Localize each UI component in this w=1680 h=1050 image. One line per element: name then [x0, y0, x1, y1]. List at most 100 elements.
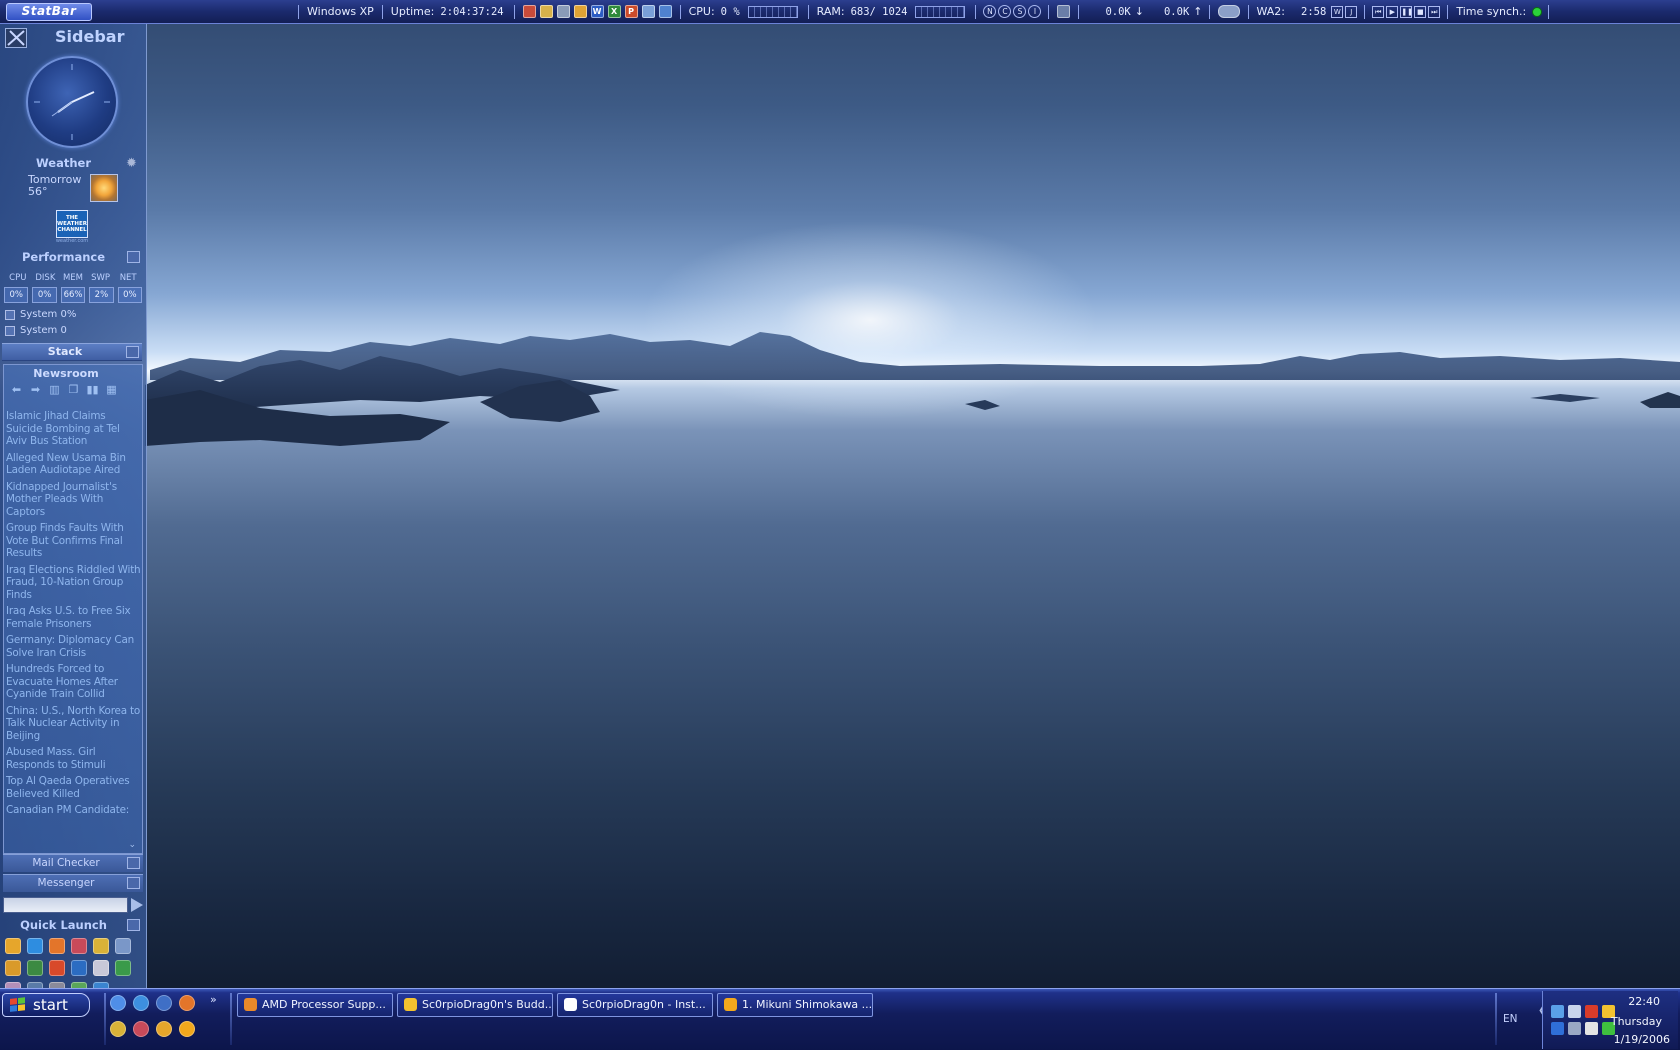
stack-panel[interactable]: Stack — [2, 343, 142, 361]
taskbar-quick-launch — [110, 995, 220, 1037]
news-item[interactable]: Hundreds Forced to Evacuate Homes After … — [6, 663, 142, 701]
stack-tile-icon[interactable] — [126, 346, 139, 358]
task-label: 1. Mikuni Shimokawa ... — [742, 998, 873, 1011]
winamp-icon[interactable] — [93, 938, 109, 954]
pause-icon[interactable]: ❚❚ — [1400, 5, 1413, 18]
start-button[interactable]: start — [2, 993, 90, 1017]
previous-track-icon[interactable]: ⏮ — [1372, 5, 1385, 18]
show-desktop-icon[interactable] — [110, 995, 126, 1011]
task-button-buddy-list[interactable]: Sc0rpioDrag0n's Budd... — [397, 993, 553, 1017]
start-label: start — [33, 996, 68, 1014]
mail-icon[interactable] — [127, 857, 140, 869]
scroll-down-chevron-icon[interactable]: ⌄ — [128, 840, 136, 850]
performance-graph-icon[interactable] — [127, 251, 140, 263]
task-button-amd[interactable]: AMD Processor Supp... — [237, 993, 393, 1017]
system-disk-icon — [5, 325, 15, 336]
task-button-winamp[interactable]: 1. Mikuni Shimokawa ... — [717, 993, 873, 1017]
document-icon[interactable] — [641, 5, 655, 18]
weather-channel-url[interactable]: weather.com — [52, 238, 92, 244]
perf-value-net: 0% — [117, 287, 143, 303]
tray-cable-icon[interactable] — [1568, 1005, 1581, 1018]
messenger-buddy-icon[interactable] — [127, 877, 140, 889]
info-icon[interactable] — [115, 960, 131, 976]
news-item[interactable]: Kidnapped Journalist's Mother Pleads Wit… — [6, 481, 142, 519]
stop-icon[interactable]: ■ — [1414, 5, 1427, 18]
taskbar-clock-time[interactable]: 22:40 — [1628, 995, 1660, 1008]
excel-icon[interactable]: X — [607, 5, 621, 18]
settings-icon[interactable]: ▦ — [105, 384, 118, 396]
quick-launch-options-icon[interactable] — [127, 919, 140, 931]
forward-arrow-icon[interactable]: ➡ — [29, 384, 42, 396]
app-launcher-icon[interactable] — [522, 5, 536, 18]
quick-launch-more-chevron-icon[interactable]: » — [210, 993, 217, 1006]
news-item[interactable]: Germany: Diplomacy Can Solve Iran Crisis — [6, 634, 142, 659]
analog-clock[interactable] — [26, 56, 118, 148]
news-item[interactable]: Iraq Asks U.S. to Free Six Female Prison… — [6, 605, 142, 630]
messenger-app-icon[interactable] — [133, 1021, 149, 1037]
system-row-2-label: System 0 — [20, 325, 67, 336]
word-icon[interactable]: W — [590, 5, 604, 18]
realplayer-icon[interactable] — [49, 960, 65, 976]
tray-zonealarm-icon[interactable] — [1585, 1005, 1598, 1018]
news-item[interactable]: Islamic Jihad Claims Suicide Bombing at … — [6, 410, 142, 448]
statbar-separator — [1048, 4, 1050, 19]
internet-explorer-icon[interactable] — [27, 938, 43, 954]
winamp-lightning-icon[interactable] — [179, 1021, 195, 1037]
firefox-icon[interactable] — [179, 995, 195, 1011]
winamp-j-button[interactable]: J — [1345, 5, 1358, 18]
utility-icon[interactable] — [93, 960, 109, 976]
aim-running-man-icon[interactable] — [5, 938, 21, 954]
weather-settings-gear-icon[interactable]: ✹ — [126, 156, 137, 171]
statbar-separator — [1548, 4, 1550, 19]
aim-running-man-icon[interactable] — [156, 1021, 172, 1037]
hand-icon[interactable] — [539, 5, 553, 18]
weather-temp: 56° — [28, 185, 48, 198]
book-icon[interactable] — [658, 5, 672, 18]
statbar-logo[interactable]: StatBar — [6, 2, 92, 21]
next-track-icon[interactable]: ⏭ — [1428, 5, 1441, 18]
os-label: Windows XP — [307, 5, 374, 18]
media-center-icon[interactable] — [71, 960, 87, 976]
sidebar-logo-icon[interactable] — [5, 28, 27, 48]
media-player-icon[interactable] — [156, 995, 172, 1011]
tray-bluetooth-icon[interactable] — [1551, 1022, 1564, 1035]
news-item[interactable]: Abused Mass. Girl Responds to Stimuli — [6, 746, 142, 771]
tray-network-icon[interactable] — [1568, 1022, 1581, 1035]
powerpoint-icon[interactable]: P — [624, 5, 638, 18]
news-item[interactable]: Iraq Elections Riddled With Fraud, 10-Na… — [6, 564, 142, 602]
notepad-icon[interactable] — [556, 5, 570, 18]
search-go-arrow-icon[interactable] — [131, 898, 143, 912]
network-icon[interactable] — [1057, 5, 1071, 18]
news-item[interactable]: Group Finds Faults With Vote But Confirm… — [6, 522, 142, 560]
media-player-icon[interactable] — [5, 960, 21, 976]
winamp-icon[interactable] — [110, 1021, 126, 1037]
play-icon[interactable]: ▶ — [1386, 5, 1399, 18]
firefox-icon[interactable] — [49, 938, 65, 954]
tray-volume-icon[interactable] — [1585, 1022, 1598, 1035]
weather-channel-logo[interactable]: THE WEATHER CHANNEL — [56, 210, 88, 238]
view-icon[interactable]: ▮▮ — [86, 384, 99, 396]
mail-checker-panel[interactable]: Mail Checker — [3, 854, 143, 872]
news-item[interactable]: Alleged New Usama Bin Laden Audiotape Ai… — [6, 452, 142, 477]
taskbar-divider — [1495, 993, 1497, 1045]
messenger-app-icon[interactable] — [71, 938, 87, 954]
task-button-instant-message[interactable]: Sc0rpioDrag0n - Inst... — [557, 993, 713, 1017]
news-item[interactable]: Canadian PM Candidate: — [6, 804, 142, 817]
back-arrow-icon[interactable]: ⬅ — [10, 384, 23, 396]
disk-drive-icon[interactable] — [1217, 5, 1240, 18]
outlook-icon[interactable] — [115, 938, 131, 954]
time-sync-status-icon — [1532, 6, 1543, 17]
news-item[interactable]: Top Al Qaeda Operatives Believed Killed — [6, 775, 142, 800]
winamp-w-button[interactable]: W — [1331, 5, 1344, 18]
performance-labels: CPU DISK MEM SWP NET — [4, 273, 142, 283]
tray-aim-icon[interactable] — [1551, 1005, 1564, 1018]
sidebar-search-input[interactable] — [3, 897, 128, 913]
messenger-panel[interactable]: Messenger — [3, 874, 143, 892]
internet-explorer-icon[interactable] — [133, 995, 149, 1011]
folder-icon[interactable] — [573, 5, 587, 18]
terminal-icon[interactable] — [27, 960, 43, 976]
copy-icon[interactable]: ❐ — [67, 384, 80, 396]
language-indicator[interactable]: EN — [1503, 1013, 1518, 1025]
refresh-icon[interactable]: ▥ — [48, 384, 61, 396]
news-item[interactable]: China: U.S., North Korea to Talk Nuclear… — [6, 705, 142, 743]
